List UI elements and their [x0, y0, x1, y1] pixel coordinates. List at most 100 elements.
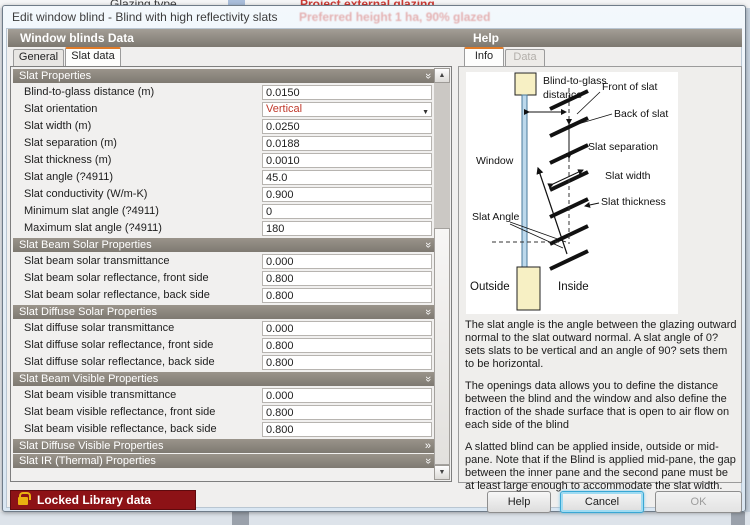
- blind-diagram-svg: Blind-to-glass distance Front of slat Ba…: [466, 72, 678, 314]
- property-label: Slat diffuse solar reflectance, back sid…: [24, 356, 215, 368]
- property-row: Minimum slat angle (?4911): [12, 203, 436, 220]
- help-text: The slat angle is the angle between the …: [465, 319, 737, 502]
- property-row: Blind-to-glass distance (m): [12, 84, 436, 101]
- property-label: Maximum slat angle (?4911): [24, 222, 162, 234]
- property-row: Slat beam visible reflectance, front sid…: [12, 404, 436, 421]
- tab-data[interactable]: Data: [505, 49, 545, 66]
- diffuse-solar-reflectance-front-field[interactable]: [262, 338, 432, 353]
- help-paragraph: The slat angle is the angle between the …: [465, 319, 737, 371]
- window-frame-bottom: [517, 267, 540, 310]
- label-window: Window: [476, 155, 514, 167]
- section-title: Slat Diffuse Solar Properties: [19, 306, 157, 318]
- diffuse-solar-reflectance-back-field[interactable]: [262, 355, 432, 370]
- label-blind-to-glass-1: Blind-to-glass: [543, 75, 607, 87]
- section-header-slat-properties[interactable]: Slat Properties »: [13, 69, 436, 83]
- property-label: Slat beam visible transmittance: [24, 389, 176, 401]
- dialog-title: Edit window blind - Blind with high refl…: [12, 10, 277, 24]
- slat-conductivity-field[interactable]: [262, 187, 432, 202]
- help-header: Help: [473, 31, 499, 45]
- property-label: Slat diffuse solar transmittance: [24, 322, 174, 334]
- property-row: Slat thickness (m): [12, 152, 436, 169]
- property-row: Slat beam visible reflectance, back side: [12, 421, 436, 438]
- window-frame-top: [515, 73, 536, 95]
- beam-visible-reflectance-front-field[interactable]: [262, 405, 432, 420]
- section-title: Slat Properties: [19, 70, 91, 82]
- collapse-chevron-icon[interactable]: »: [421, 309, 435, 315]
- property-label: Slat conductivity (W/m-K): [24, 188, 147, 200]
- scrollbar-thumb[interactable]: [434, 228, 450, 465]
- beam-visible-transmittance-field[interactable]: [262, 388, 432, 403]
- property-label: Slat beam solar reflectance, back side: [24, 289, 210, 301]
- label-slat-thickness: Slat thickness: [601, 196, 666, 208]
- group-header-bar: Window blinds Data Help: [8, 29, 742, 47]
- window-blinds-data-header: Window blinds Data: [20, 31, 134, 45]
- label-back-of-slat: Back of slat: [614, 108, 668, 120]
- property-row: Slat separation (m): [12, 135, 436, 152]
- diffuse-solar-transmittance-field[interactable]: [262, 321, 432, 336]
- scroll-down-button[interactable]: ▼: [434, 465, 450, 480]
- property-label: Slat separation (m): [24, 137, 117, 149]
- background-watermark-text: Preferred height 1 ha, 90% glazed: [299, 10, 490, 24]
- property-row: Slat beam solar transmittance: [12, 253, 436, 270]
- minimum-slat-angle-field[interactable]: [262, 204, 432, 219]
- list-scrollbar[interactable]: ▲ ▼: [434, 68, 450, 480]
- collapse-chevron-icon[interactable]: »: [421, 376, 435, 382]
- dialog-titlebar[interactable]: Edit window blind - Blind with high refl…: [3, 6, 745, 28]
- property-label: Slat beam solar reflectance, front side: [24, 272, 209, 284]
- section-title: Slat Beam Solar Properties: [19, 239, 152, 251]
- tab-general[interactable]: General: [13, 49, 64, 66]
- label-slat-angle: Slat Angle: [472, 211, 519, 223]
- dropdown-value: Vertical: [266, 103, 302, 115]
- property-label: Slat beam solar transmittance: [24, 255, 170, 267]
- property-label: Blind-to-glass distance (m): [24, 86, 154, 98]
- beam-visible-reflectance-back-field[interactable]: [262, 422, 432, 437]
- slat-thickness-pointer: [585, 203, 599, 206]
- section-header-slat-diffuse-solar[interactable]: Slat Diffuse Solar Properties »: [13, 305, 436, 319]
- tab-slat-data[interactable]: Slat data: [65, 47, 121, 66]
- label-front-of-slat: Front of slat: [602, 81, 658, 93]
- property-row: Slat diffuse solar reflectance, front si…: [12, 337, 436, 354]
- expand-chevron-icon[interactable]: »: [425, 439, 431, 453]
- property-label: Slat orientation: [24, 103, 97, 115]
- section-header-slat-beam-solar[interactable]: Slat Beam Solar Properties »: [13, 238, 436, 252]
- property-label: Slat thickness (m): [24, 154, 111, 166]
- tab-info[interactable]: Info: [464, 47, 504, 66]
- section-title: Slat IR (Thermal) Properties: [19, 455, 156, 467]
- property-row: Slat width (m): [12, 118, 436, 135]
- section-header-slat-beam-visible[interactable]: Slat Beam Visible Properties »: [13, 372, 436, 386]
- property-row: Slat angle (?4911): [12, 169, 436, 186]
- slat-separation-field[interactable]: [262, 136, 432, 151]
- help-info-panel: Blind-to-glass distance Front of slat Ba…: [458, 66, 742, 483]
- maximum-slat-angle-field[interactable]: [262, 221, 432, 236]
- property-row: Slat beam solar reflectance, front side: [12, 270, 436, 287]
- property-label: Slat width (m): [24, 120, 91, 132]
- slat-orientation-dropdown[interactable]: Vertical ▼: [262, 102, 432, 117]
- slat-thickness-field[interactable]: [262, 153, 432, 168]
- collapse-chevron-icon[interactable]: »: [421, 458, 435, 464]
- blind-diagram: Blind-to-glass distance Front of slat Ba…: [466, 72, 678, 314]
- beam-solar-transmittance-field[interactable]: [262, 254, 432, 269]
- background-block: [232, 512, 249, 525]
- collapse-chevron-icon[interactable]: »: [421, 242, 435, 248]
- slat-angle-field[interactable]: [262, 170, 432, 185]
- property-label: Slat beam visible reflectance, front sid…: [24, 406, 215, 418]
- property-row: Slat beam solar reflectance, back side: [12, 287, 436, 304]
- scroll-up-button[interactable]: ▲: [434, 68, 450, 83]
- section-header-slat-diffuse-visible[interactable]: Slat Diffuse Visible Properties »: [13, 439, 436, 453]
- background-window-bottom: [0, 512, 750, 525]
- label-inside: Inside: [558, 281, 589, 293]
- property-row: Slat diffuse solar reflectance, back sid…: [12, 354, 436, 371]
- slat-width-field[interactable]: [262, 119, 432, 134]
- property-row: Slat orientation Vertical ▼: [12, 101, 436, 118]
- section-header-slat-ir-thermal[interactable]: Slat IR (Thermal) Properties »: [13, 454, 436, 468]
- slat-data-property-list: Slat Properties » Blind-to-glass distanc…: [10, 66, 452, 482]
- blind-to-glass-distance-field[interactable]: [262, 85, 432, 100]
- help-paragraph: A slatted blind can be applied inside, o…: [465, 441, 737, 493]
- collapse-chevron-icon[interactable]: »: [421, 73, 435, 79]
- property-label: Slat beam visible reflectance, back side: [24, 423, 217, 435]
- property-row: Slat diffuse solar transmittance: [12, 320, 436, 337]
- beam-solar-reflectance-front-field[interactable]: [262, 271, 432, 286]
- label-slat-width: Slat width: [605, 170, 651, 182]
- beam-solar-reflectance-back-field[interactable]: [262, 288, 432, 303]
- background-block: [731, 512, 745, 525]
